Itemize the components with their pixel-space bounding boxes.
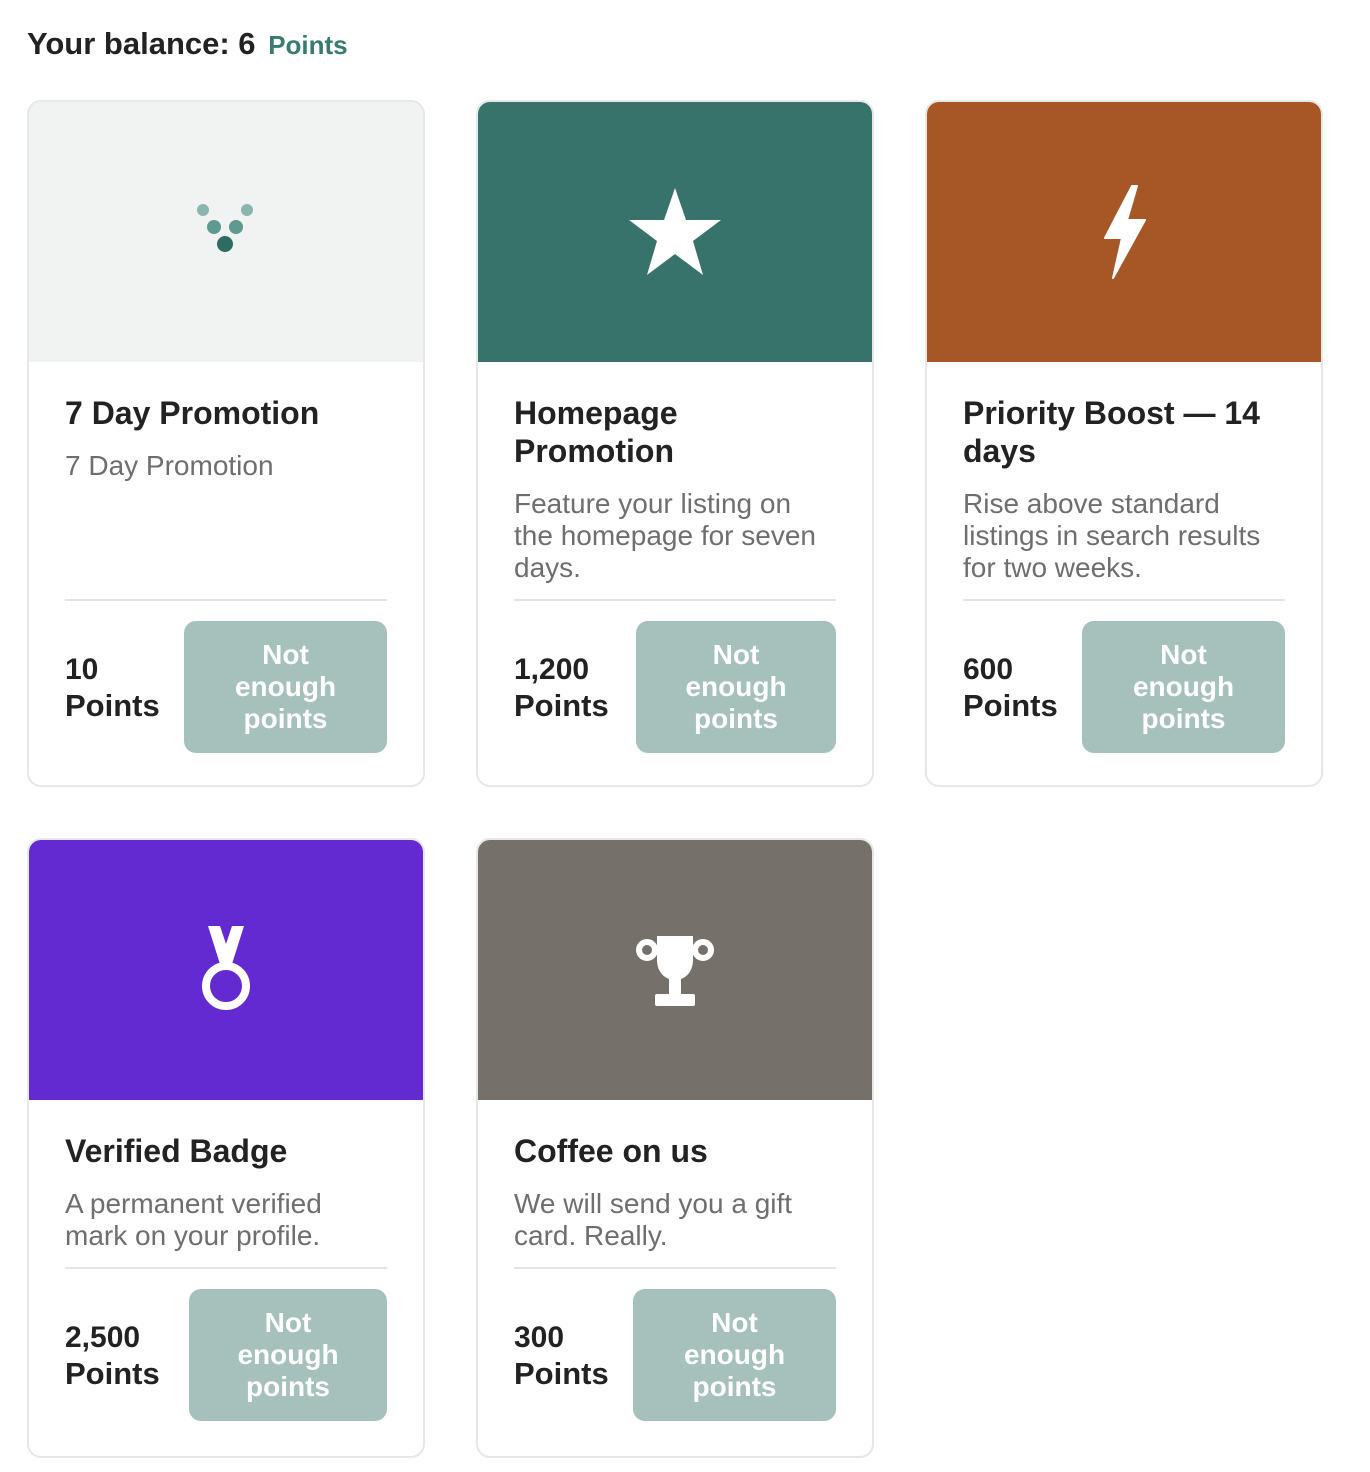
divider [65,1267,387,1269]
reward-price: 1,200 Points [514,652,609,724]
reward-price: 300 Points [514,1320,609,1392]
not-enough-points-button[interactable]: Not enough points [636,621,836,753]
price-value: 10 [65,653,99,686]
dots-logo-icon [197,204,253,252]
divider [65,599,387,601]
price-value: 300 [514,1321,565,1354]
price-value: 2,500 [65,1321,141,1354]
reward-description: A permanent verified mark on your profil… [65,1188,322,1251]
price-unit: Points [65,1356,160,1391]
reward-card-7-day-promotion: 7 Day Promotion 7 Day Promotion 10 Point… [27,100,425,787]
reward-price: 10 Points [65,652,160,724]
reward-description: 7 Day Promotion [65,450,274,481]
reward-title: Coffee on us [514,1133,708,1169]
divider [514,599,836,601]
not-enough-points-button[interactable]: Not enough points [633,1289,836,1421]
reward-description: Rise above standard listings in search r… [963,488,1261,583]
reward-hero [29,840,423,1100]
trophy-icon [636,936,714,1006]
reward-description: We will send you a gift card. Really. [514,1188,793,1251]
reward-title: Homepage Promotion [514,395,678,469]
price-unit: Points [65,688,160,723]
reward-hero [927,102,1321,362]
reward-card-verified-badge: Verified Badge A permanent verified mark… [27,838,425,1458]
reward-title: Verified Badge [65,1133,288,1169]
price-unit: Points [514,1356,609,1391]
reward-hero [478,102,872,362]
balance-unit: Points [268,30,348,60]
not-enough-points-button[interactable]: Not enough points [184,621,387,753]
reward-title: Priority Boost — 14 days [963,395,1260,469]
divider [963,599,1285,601]
reward-hero [29,102,423,362]
price-unit: Points [514,688,609,723]
balance-summary: Your balance: 6 Points [27,24,348,65]
divider [514,1267,836,1269]
price-unit: Points [963,688,1058,723]
lightning-bolt-icon [1104,185,1146,279]
reward-card-priority-boost: Priority Boost — 14 days Rise above stan… [925,100,1323,787]
balance-label: Your balance: 6 [27,26,256,61]
star-icon [629,188,721,275]
reward-price: 600 Points [963,652,1058,724]
reward-price: 2,500 Points [65,1320,160,1392]
medal-icon [202,926,250,1010]
price-value: 1,200 [514,653,590,686]
not-enough-points-button[interactable]: Not enough points [189,1289,387,1421]
reward-card-homepage-promotion: Homepage Promotion Feature your listing … [476,100,874,787]
reward-title: 7 Day Promotion [65,395,320,431]
reward-hero [478,840,872,1100]
reward-card-coffee-on-us: Coffee on us We will send you a gift car… [476,838,874,1458]
price-value: 600 [963,653,1014,686]
not-enough-points-button[interactable]: Not enough points [1082,621,1285,753]
reward-description: Feature your listing on the homepage for… [514,488,816,583]
